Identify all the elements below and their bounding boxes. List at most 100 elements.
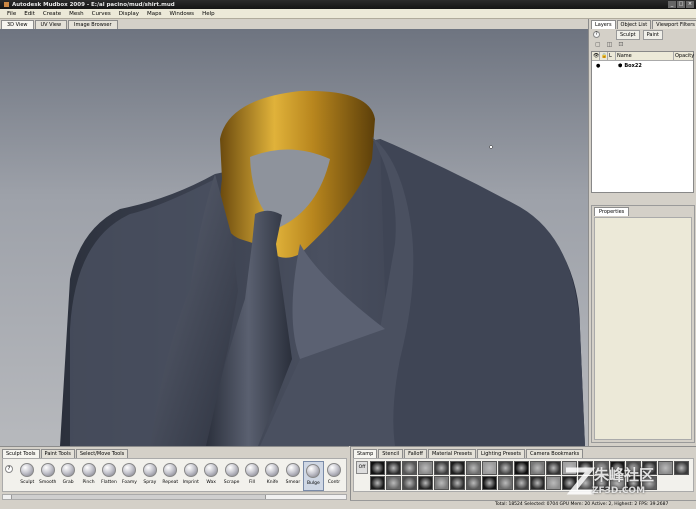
stamp-thumbnail[interactable] (626, 461, 641, 475)
stamp-thumbnail[interactable] (530, 461, 545, 475)
tab-stamp[interactable]: Stamp (353, 449, 378, 458)
menu-help[interactable]: Help (198, 11, 219, 17)
stamp-thumbnail[interactable] (642, 476, 657, 490)
stamp-thumbnail[interactable] (402, 476, 417, 490)
tab-viewport-filters[interactable]: Viewport Filters (652, 20, 696, 29)
sculpt-tool-button[interactable]: Sculpt (17, 461, 37, 491)
menu-mesh[interactable]: Mesh (65, 11, 87, 17)
stamp-thumbnail[interactable] (370, 461, 385, 475)
tab-properties[interactable]: Properties (594, 207, 630, 216)
stamp-thumbnail[interactable] (562, 461, 577, 475)
stamp-thumbnail[interactable] (418, 476, 433, 490)
layer-row[interactable]: ● ⬢ Box22 (592, 61, 693, 70)
stamp-thumbnail[interactable] (466, 476, 481, 490)
stamp-thumbnail[interactable] (386, 476, 401, 490)
stamp-thumbnail[interactable] (434, 476, 449, 490)
stamp-thumbnail[interactable] (562, 476, 577, 490)
stamp-thumbnail[interactable] (610, 476, 625, 490)
delete-layer-icon[interactable]: ⊡ (618, 41, 623, 48)
stamp-thumbnail[interactable] (610, 461, 625, 475)
stamp-thumbnail[interactable] (514, 461, 529, 475)
3d-viewport[interactable] (0, 29, 588, 446)
stamp-thumbnail[interactable] (658, 461, 673, 475)
stamp-thumbnail[interactable] (578, 461, 593, 475)
tab-material-presets[interactable]: Material Presets (427, 449, 477, 458)
stamp-thumbnail[interactable] (386, 461, 401, 475)
right-panel: Layers Object List Viewport Filters ? Sc… (588, 19, 696, 446)
new-layer-icon[interactable]: ▢ (595, 41, 601, 48)
tab-object-list[interactable]: Object List (616, 20, 652, 29)
stamp-thumbnail[interactable] (450, 476, 465, 490)
stamp-thumbnail[interactable] (546, 476, 561, 490)
imprint-tool-icon (183, 463, 198, 477)
stamp-thumbnail[interactable] (578, 476, 593, 490)
repeat-tool-button[interactable]: Repeat (160, 461, 180, 491)
tab-sculpt-tools[interactable]: Sculpt Tools (2, 449, 40, 458)
menu-curves[interactable]: Curves (88, 11, 115, 17)
help-icon[interactable]: ? (593, 31, 600, 38)
menu-create[interactable]: Create (39, 11, 65, 17)
wax-tool-button[interactable]: Wax (201, 461, 221, 491)
tab-camera-bookmarks[interactable]: Camera Bookmarks (526, 449, 584, 458)
stamp-thumbnail[interactable] (594, 476, 609, 490)
tab-3d-view[interactable]: 3D View (1, 20, 34, 29)
spray-tool-icon (142, 463, 157, 477)
smear-tool-button[interactable]: Smear (283, 461, 303, 491)
scrape-tool-button[interactable]: Scrape (221, 461, 241, 491)
grab-tool-button[interactable]: Grab (58, 461, 78, 491)
tab-layers[interactable]: Layers (591, 20, 616, 29)
stamp-thumbnail[interactable] (498, 476, 513, 490)
menu-display[interactable]: Display (115, 11, 143, 17)
knife-tool-button[interactable]: Knife (262, 461, 282, 491)
scrollbar-thumb[interactable] (11, 495, 266, 499)
help-icon[interactable]: ? (5, 465, 13, 473)
stamp-thumbnail[interactable] (546, 461, 561, 475)
menu-windows[interactable]: Windows (166, 11, 199, 17)
stamp-thumbnail[interactable] (418, 461, 433, 475)
stamp-thumbnail[interactable] (482, 461, 497, 475)
tab-stencil[interactable]: Stencil (378, 449, 404, 458)
contrast-tool-button[interactable]: Contr (324, 461, 344, 491)
tool-shelf-scrollbar[interactable] (2, 494, 347, 500)
fill-tool-button[interactable]: Fill (242, 461, 262, 491)
maximize-button[interactable]: □ (677, 1, 685, 8)
foamy-tool-button[interactable]: Foamy (119, 461, 139, 491)
stamp-thumbnail[interactable] (370, 476, 385, 490)
pinch-tool-button[interactable]: Pinch (78, 461, 98, 491)
duplicate-layer-icon[interactable]: ◫ (607, 41, 613, 48)
imprint-tool-button[interactable]: Imprint (181, 461, 201, 491)
stamp-thumbnail[interactable] (482, 476, 497, 490)
paint-layers-button[interactable]: Paint (642, 29, 663, 40)
stamp-off-button[interactable]: Off (356, 461, 368, 474)
stamp-thumbnail[interactable] (466, 461, 481, 475)
stamp-thumbnail[interactable] (514, 476, 529, 490)
stamp-thumbnail[interactable] (434, 461, 449, 475)
visibility-icon[interactable]: ● (596, 63, 618, 69)
stamp-thumbnail[interactable] (402, 461, 417, 475)
stamp-thumbnail[interactable] (642, 461, 657, 475)
stamp-thumbnail[interactable] (594, 461, 609, 475)
tab-lighting-presets[interactable]: Lighting Presets (477, 449, 526, 458)
spray-tool-button[interactable]: Spray (140, 461, 160, 491)
flatten-tool-button[interactable]: Flatten (99, 461, 119, 491)
tab-falloff[interactable]: Falloff (404, 449, 427, 458)
minimize-button[interactable]: _ (668, 1, 676, 8)
menu-edit[interactable]: Edit (20, 11, 39, 17)
stamp-thumbnail[interactable] (674, 461, 689, 475)
stamp-thumbnail[interactable] (498, 461, 513, 475)
tab-image-browser[interactable]: Image Browser (68, 20, 118, 29)
stamp-thumbnail[interactable] (626, 476, 641, 490)
bulge-tool-button[interactable]: Bulge (303, 461, 324, 491)
close-button[interactable]: × (686, 1, 694, 8)
tab-uv-view[interactable]: UV View (34, 20, 68, 29)
smooth-tool-button[interactable]: Smooth (37, 461, 57, 491)
menu-file[interactable]: File (3, 11, 20, 17)
pinch-tool-icon (81, 463, 96, 477)
menu-maps[interactable]: Maps (143, 11, 165, 17)
tab-select-move-tools[interactable]: Select/Move Tools (75, 449, 129, 458)
stamp-thumbnail[interactable] (450, 461, 465, 475)
sculpt-layers-button[interactable]: Sculpt (616, 29, 640, 40)
tab-paint-tools[interactable]: Paint Tools (40, 449, 75, 458)
name-column-header: Name (616, 51, 674, 61)
stamp-thumbnail[interactable] (530, 476, 545, 490)
